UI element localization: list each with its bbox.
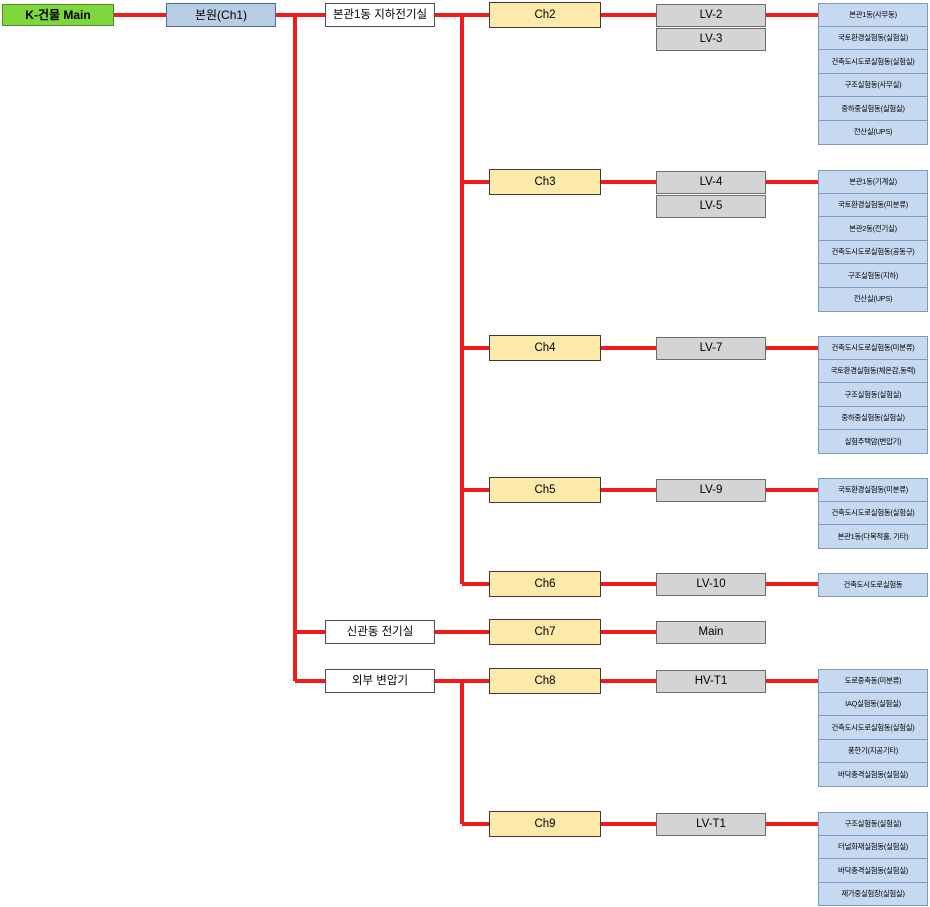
leaf-item-0-2[interactable]: 건축도시도로실험동(실험실): [818, 50, 928, 74]
connector-panel-to-leafgroup-5: [766, 679, 818, 683]
connector-location1-to-ch7: [435, 630, 489, 634]
node-channel-ch6[interactable]: Ch6: [489, 571, 601, 597]
node-location-1[interactable]: 신관동 전기실: [325, 620, 435, 644]
node-panel-main[interactable]: Main: [656, 620, 766, 644]
node-panel-hv-t1[interactable]: HV-T1: [656, 669, 766, 693]
node-panel-lv-10[interactable]: LV-10: [656, 572, 766, 596]
node-channel-ch4[interactable]: Ch4: [489, 335, 601, 361]
connector-chtrunk-to-ch1: [462, 180, 489, 184]
diagram-canvas: K-건물 Main 본원(Ch1) 본관1동 지하전기실신관동 전기실외부 변압기 C…: [0, 0, 930, 907]
connector-trunk-to-location-2: [295, 679, 325, 683]
leaf-item-2-2[interactable]: 구조실험동(실험실): [818, 383, 928, 407]
leaf-item-5-4[interactable]: 바닥충격실험동(실험실): [818, 763, 928, 787]
leaf-item-0-5[interactable]: 전산실(UPS): [818, 121, 928, 145]
connector-ch1-to-panel: [601, 180, 656, 184]
node-panel-lv-3[interactable]: LV-3: [656, 27, 766, 51]
leaf-item-5-1[interactable]: IAQ실험동(실험실): [818, 692, 928, 717]
leaf-item-2-3[interactable]: 중하중실험동(실험실): [818, 406, 928, 431]
leaf-item-5-0[interactable]: 도로중축동(미분류): [818, 669, 928, 693]
leaf-item-2-4[interactable]: 실험주택암(변압기): [818, 430, 928, 454]
trunk-line-channels-main: [460, 15, 464, 584]
node-main-bonwon[interactable]: 본원(Ch1): [166, 3, 276, 27]
leaf-item-5-3[interactable]: 풍한기(지공기타): [818, 739, 928, 764]
leaf-item-0-1[interactable]: 국토환경실험동(실험실): [818, 26, 928, 51]
connector-panel-to-leafgroup-2: [766, 346, 818, 350]
leaf-item-1-2[interactable]: 본관2동(전기실): [818, 217, 928, 241]
leaf-item-0-4[interactable]: 중하중실험동(실험실): [818, 97, 928, 121]
connector-chtrunk-to-ch0: [462, 13, 489, 17]
node-panel-lv-t1[interactable]: LV-T1: [656, 812, 766, 836]
node-location-0[interactable]: 본관1동 지하전기실: [325, 3, 435, 27]
connector-trunk-to-location-1: [295, 630, 325, 634]
leaf-item-1-0[interactable]: 본관1동(기계실): [818, 170, 928, 194]
connector-chtrunk-to-ch3: [462, 488, 489, 492]
trunk-line-locations: [293, 15, 297, 681]
node-panel-lv-5[interactable]: LV-5: [656, 194, 766, 218]
leaf-item-6-3[interactable]: 재가중실험장(실험실): [818, 882, 928, 907]
node-channel-ch8[interactable]: Ch8: [489, 668, 601, 694]
node-channel-ch3[interactable]: Ch3: [489, 169, 601, 195]
leaf-item-1-3[interactable]: 건축도시도로실험동(공동구): [818, 240, 928, 265]
connector-ch6-to-panel: [601, 679, 656, 683]
leaf-item-6-2[interactable]: 바닥충격실험동(실험실): [818, 859, 928, 883]
leaf-item-1-5[interactable]: 전산실(UPS): [818, 288, 928, 312]
node-panel-lv-7[interactable]: LV-7: [656, 336, 766, 360]
node-panel-lv-4[interactable]: LV-4: [656, 170, 766, 194]
node-channel-ch5[interactable]: Ch5: [489, 477, 601, 503]
leaf-item-1-1[interactable]: 국토환경실험동(미분류): [818, 193, 928, 218]
connector-ch5-to-panel: [601, 630, 656, 634]
connector-panel-to-leafgroup-4: [766, 582, 818, 586]
leaf-item-0-0[interactable]: 본관1동(사무동): [818, 3, 928, 27]
leaf-item-3-2[interactable]: 본관1동(다목적홀, 기타): [818, 525, 928, 549]
node-panel-lv-9[interactable]: LV-9: [656, 478, 766, 502]
connector-trunk-to-location-0: [295, 13, 325, 17]
leaf-item-6-1[interactable]: 터널화재실험동(실험실): [818, 835, 928, 860]
leaf-item-1-4[interactable]: 구조실험동(지하): [818, 264, 928, 288]
node-channel-ch9[interactable]: Ch9: [489, 811, 601, 837]
connector-chtrunk-to-ch2: [462, 346, 489, 350]
node-location-2[interactable]: 외부 변압기: [325, 669, 435, 693]
node-channel-ch2[interactable]: Ch2: [489, 2, 601, 28]
connector-root-to-main: [114, 13, 166, 17]
connector-ch2-to-panel: [601, 346, 656, 350]
leaf-item-2-1[interactable]: 국토환경실험동(체온감,동력): [818, 359, 928, 384]
leaf-item-3-0[interactable]: 국토환경실험동(미분류): [818, 478, 928, 502]
connector-panel-to-leafgroup-3: [766, 488, 818, 492]
node-channel-ch7[interactable]: Ch7: [489, 619, 601, 645]
connector-ch3-to-panel: [601, 488, 656, 492]
connector-panel-to-leafgroup-0: [766, 13, 818, 17]
connector-panel-to-leafgroup-1: [766, 180, 818, 184]
leaf-item-0-3[interactable]: 구조실험동(사무실): [818, 73, 928, 98]
leaf-item-6-0[interactable]: 구조실험동(실험실): [818, 812, 928, 836]
node-panel-lv-2[interactable]: LV-2: [656, 3, 766, 27]
connector-chtrunk2-to-ch9: [462, 822, 489, 826]
leaf-item-3-1[interactable]: 건축도시도로실험동(실험실): [818, 501, 928, 526]
connector-chtrunk2-to-ch8: [462, 679, 489, 683]
trunk-line-channels-ext: [460, 681, 464, 824]
connector-chtrunk-to-ch4: [462, 582, 489, 586]
leaf-item-4-0[interactable]: 건축도시도로실험동: [818, 573, 928, 597]
connector-ch4-to-panel: [601, 582, 656, 586]
connector-ch0-to-panel: [601, 13, 656, 17]
connector-panel-to-leafgroup-6: [766, 822, 818, 826]
leaf-item-2-0[interactable]: 건축도시도로실험동(미분류): [818, 336, 928, 360]
connector-ch7-to-panel: [601, 822, 656, 826]
node-root-k-building[interactable]: K-건물 Main: [2, 4, 114, 26]
leaf-item-5-2[interactable]: 건축도시도로실험동(실험실): [818, 716, 928, 740]
